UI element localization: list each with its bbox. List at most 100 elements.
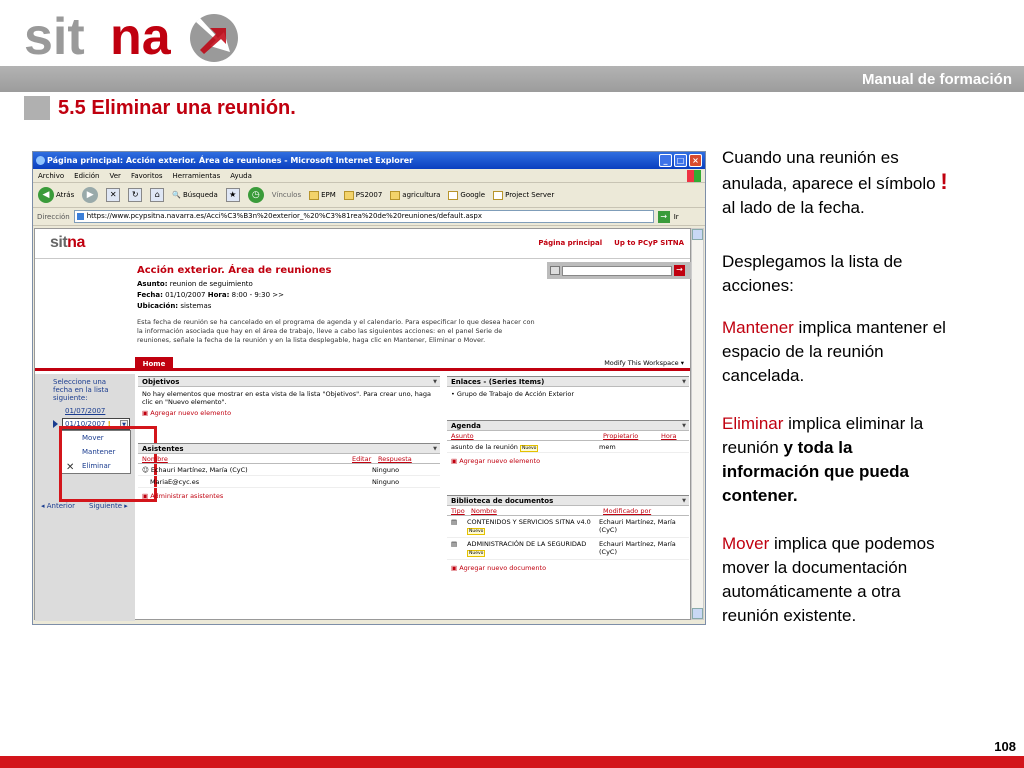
modify-workspace-link[interactable]: Modify This Workspace ▾ — [604, 359, 684, 367]
tab-home[interactable]: Home — [135, 357, 173, 371]
browser-window: Página principal: Acción exterior. Área … — [32, 151, 706, 625]
go-button[interactable]: Ir — [674, 213, 679, 221]
link-ps2007[interactable]: PS2007 — [343, 190, 382, 200]
logo-text-gray: sit — [24, 8, 85, 66]
sp-header: sitna Página principal Up to PCyP SITNA — [35, 229, 690, 259]
attendee-response: Ninguno — [372, 466, 400, 474]
agenda-add-link[interactable]: Agregar nuevo elemento — [447, 457, 689, 465]
header-bar: Manual de formación — [0, 66, 1024, 92]
sp-search-input[interactable] — [562, 265, 672, 276]
stop-icon[interactable]: ✕ — [106, 188, 121, 202]
workspace-title: Acción exterior. Área de reuniones — [137, 265, 332, 276]
enlaces-title[interactable]: Enlaces - (Series Items) — [447, 377, 689, 387]
table-row: ▤ ADMINISTRACIÓN DE LA SEGURIDAD Nuevo E… — [447, 538, 689, 560]
col-propietario[interactable]: Propietario — [603, 431, 661, 440]
agenda-title[interactable]: Agenda — [447, 421, 689, 431]
address-input[interactable]: https://www.pcypsitna.navarra.es/Acci%C3… — [73, 210, 654, 223]
agenda-owner: mem — [599, 443, 616, 451]
agenda-item[interactable]: asunto de la reunión Nuevo — [447, 441, 599, 452]
link-agricultura[interactable]: agricultura — [390, 190, 440, 200]
table-row: asunto de la reunión Nuevo mem — [447, 441, 689, 453]
sp-search-go-icon[interactable]: → — [674, 265, 685, 276]
menu-herramientas[interactable]: Herramientas — [173, 169, 221, 182]
window-title: Página principal: Acción exterior. Área … — [47, 156, 414, 165]
logo-text-red: na — [110, 8, 172, 66]
col-nombre[interactable]: Nombre — [142, 454, 352, 463]
maximize-icon[interactable]: □ — [674, 154, 687, 167]
minimize-icon[interactable]: _ — [659, 154, 672, 167]
biblioteca-title[interactable]: Biblioteca de documentos — [447, 496, 689, 506]
objetivos-empty-text: No hay elementos que mostrar en esta vis… — [142, 390, 431, 406]
col-tipo[interactable]: Tipo — [451, 506, 471, 515]
slide: sit na Manual de formación 5.5 Eliminar … — [0, 0, 1024, 768]
browser-toolbar: ◀ Atrás ▶ ✕ ↻ ⌂ 🔍 Búsqueda ★ ◷ Vínculos EP… — [33, 183, 705, 208]
menu-ayuda[interactable]: Ayuda — [230, 169, 252, 182]
doc-modified-by: Echauri Martínez, María (CyC) — [599, 518, 676, 534]
workspace-description: Esta fecha de reunión se ha cancelado en… — [137, 318, 535, 344]
webpart-objetivos: Objetivos No hay elementos que mostrar e… — [138, 376, 440, 417]
scroll-up-icon[interactable] — [692, 229, 703, 240]
sp-logo: sitna — [50, 234, 85, 251]
biblioteca-add-link[interactable]: Agregar nuevo documento — [447, 564, 689, 572]
menu-edicion[interactable]: Edición — [74, 169, 99, 182]
back-button[interactable]: ◀ Atrás — [38, 187, 74, 203]
refresh-icon[interactable]: ↻ — [128, 188, 143, 202]
menu-ver[interactable]: Ver — [110, 169, 121, 182]
webpart-biblioteca: Biblioteca de documentos Tipo Nombre Mod… — [447, 495, 689, 572]
col-hora[interactable]: Hora — [661, 431, 677, 440]
back-arrow-icon: ◀ — [38, 187, 54, 203]
enlaces-item[interactable]: • Grupo de Trabajo de Acción Exterior — [447, 387, 689, 401]
sharepoint-page: sitna Página principal Up to PCyP SITNA … — [34, 228, 692, 621]
forward-button[interactable]: ▶ — [82, 187, 99, 203]
attendee-response: Ninguno — [372, 478, 400, 486]
next-link[interactable]: Siguiente ▸ — [89, 502, 128, 510]
col-editar[interactable]: Editar — [352, 454, 378, 463]
scroll-down-icon[interactable] — [692, 608, 703, 619]
search-button[interactable]: 🔍 Búsqueda — [172, 191, 218, 199]
menubar: Archivo Edición Ver Favoritos Herramient… — [33, 169, 705, 183]
select-date-text: Seleccione una fecha en la lista siguien… — [53, 378, 109, 402]
meeting-series-panel: Seleccione una fecha en la lista siguien… — [35, 374, 157, 621]
nuevo-badge: Nuevo — [520, 445, 539, 452]
vertical-scrollbar[interactable] — [691, 228, 704, 620]
go-arrow-icon[interactable]: → — [657, 210, 670, 223]
sitna-logo: sit na — [24, 8, 238, 66]
asistentes-title[interactable]: Asistentes — [138, 444, 440, 454]
link-pagina-principal[interactable]: Página principal — [538, 239, 602, 247]
footer-bar — [0, 756, 1024, 768]
folder-icon — [390, 190, 401, 200]
doc-name[interactable]: CONTENIDOS Y SERVICIOS SITNA v4.0 Nuevo — [467, 518, 599, 537]
col-asunto[interactable]: Asunto — [451, 431, 603, 440]
doc-modified-by: Echauri Martínez, María (CyC) — [599, 540, 676, 556]
history-icon[interactable]: ◷ — [247, 187, 264, 203]
menu-favoritos[interactable]: Favoritos — [131, 169, 163, 182]
objetivos-title[interactable]: Objetivos — [138, 377, 440, 387]
link-up-pcyp[interactable]: Up to PCyP SITNA — [614, 239, 684, 247]
col-respuesta[interactable]: Respuesta — [378, 454, 412, 463]
address-label: Dirección — [37, 212, 70, 221]
prev-link[interactable]: ◂ Anterior — [41, 502, 75, 510]
note-1: Cuando una reunión es anulada, aparece e… — [722, 148, 948, 217]
link-project-server[interactable]: Project Server — [493, 190, 554, 200]
search-icon: 🔍 — [172, 191, 181, 199]
page-number: 108 — [994, 739, 1016, 754]
close-icon[interactable]: × — [689, 154, 702, 167]
folder-icon — [309, 190, 320, 200]
favorites-icon[interactable]: ★ — [225, 188, 240, 202]
col-nombre-doc[interactable]: Nombre — [471, 506, 603, 515]
table-row: ▤ CONTENIDOS Y SERVICIOS SITNA v4.0 Nuev… — [447, 516, 689, 538]
col-modificado[interactable]: Modificado por — [603, 506, 651, 515]
link-google[interactable]: Google — [448, 190, 485, 200]
asistentes-add-link[interactable]: Administrar asistentes — [138, 492, 440, 500]
scope-icon[interactable] — [550, 266, 560, 275]
link-epm[interactable]: EPM — [309, 190, 336, 200]
links-label: Vínculos — [271, 191, 302, 199]
folder-icon — [343, 190, 354, 200]
note-mover: Mover implica que podemos mover la docum… — [722, 534, 935, 625]
date-link-1[interactable]: 01/07/2007 — [65, 407, 105, 415]
doc-name[interactable]: ADMINISTRACIÓN DE LA SEGURIDAD Nuevo — [467, 540, 599, 559]
menu-archivo[interactable]: Archivo — [38, 169, 64, 182]
home-icon[interactable]: ⌂ — [150, 188, 165, 202]
webpart-asistentes: Asistentes Nombre Editar Respuesta ☺ Ech… — [138, 443, 440, 500]
objetivos-add-link[interactable]: Agregar nuevo elemento — [138, 409, 440, 417]
